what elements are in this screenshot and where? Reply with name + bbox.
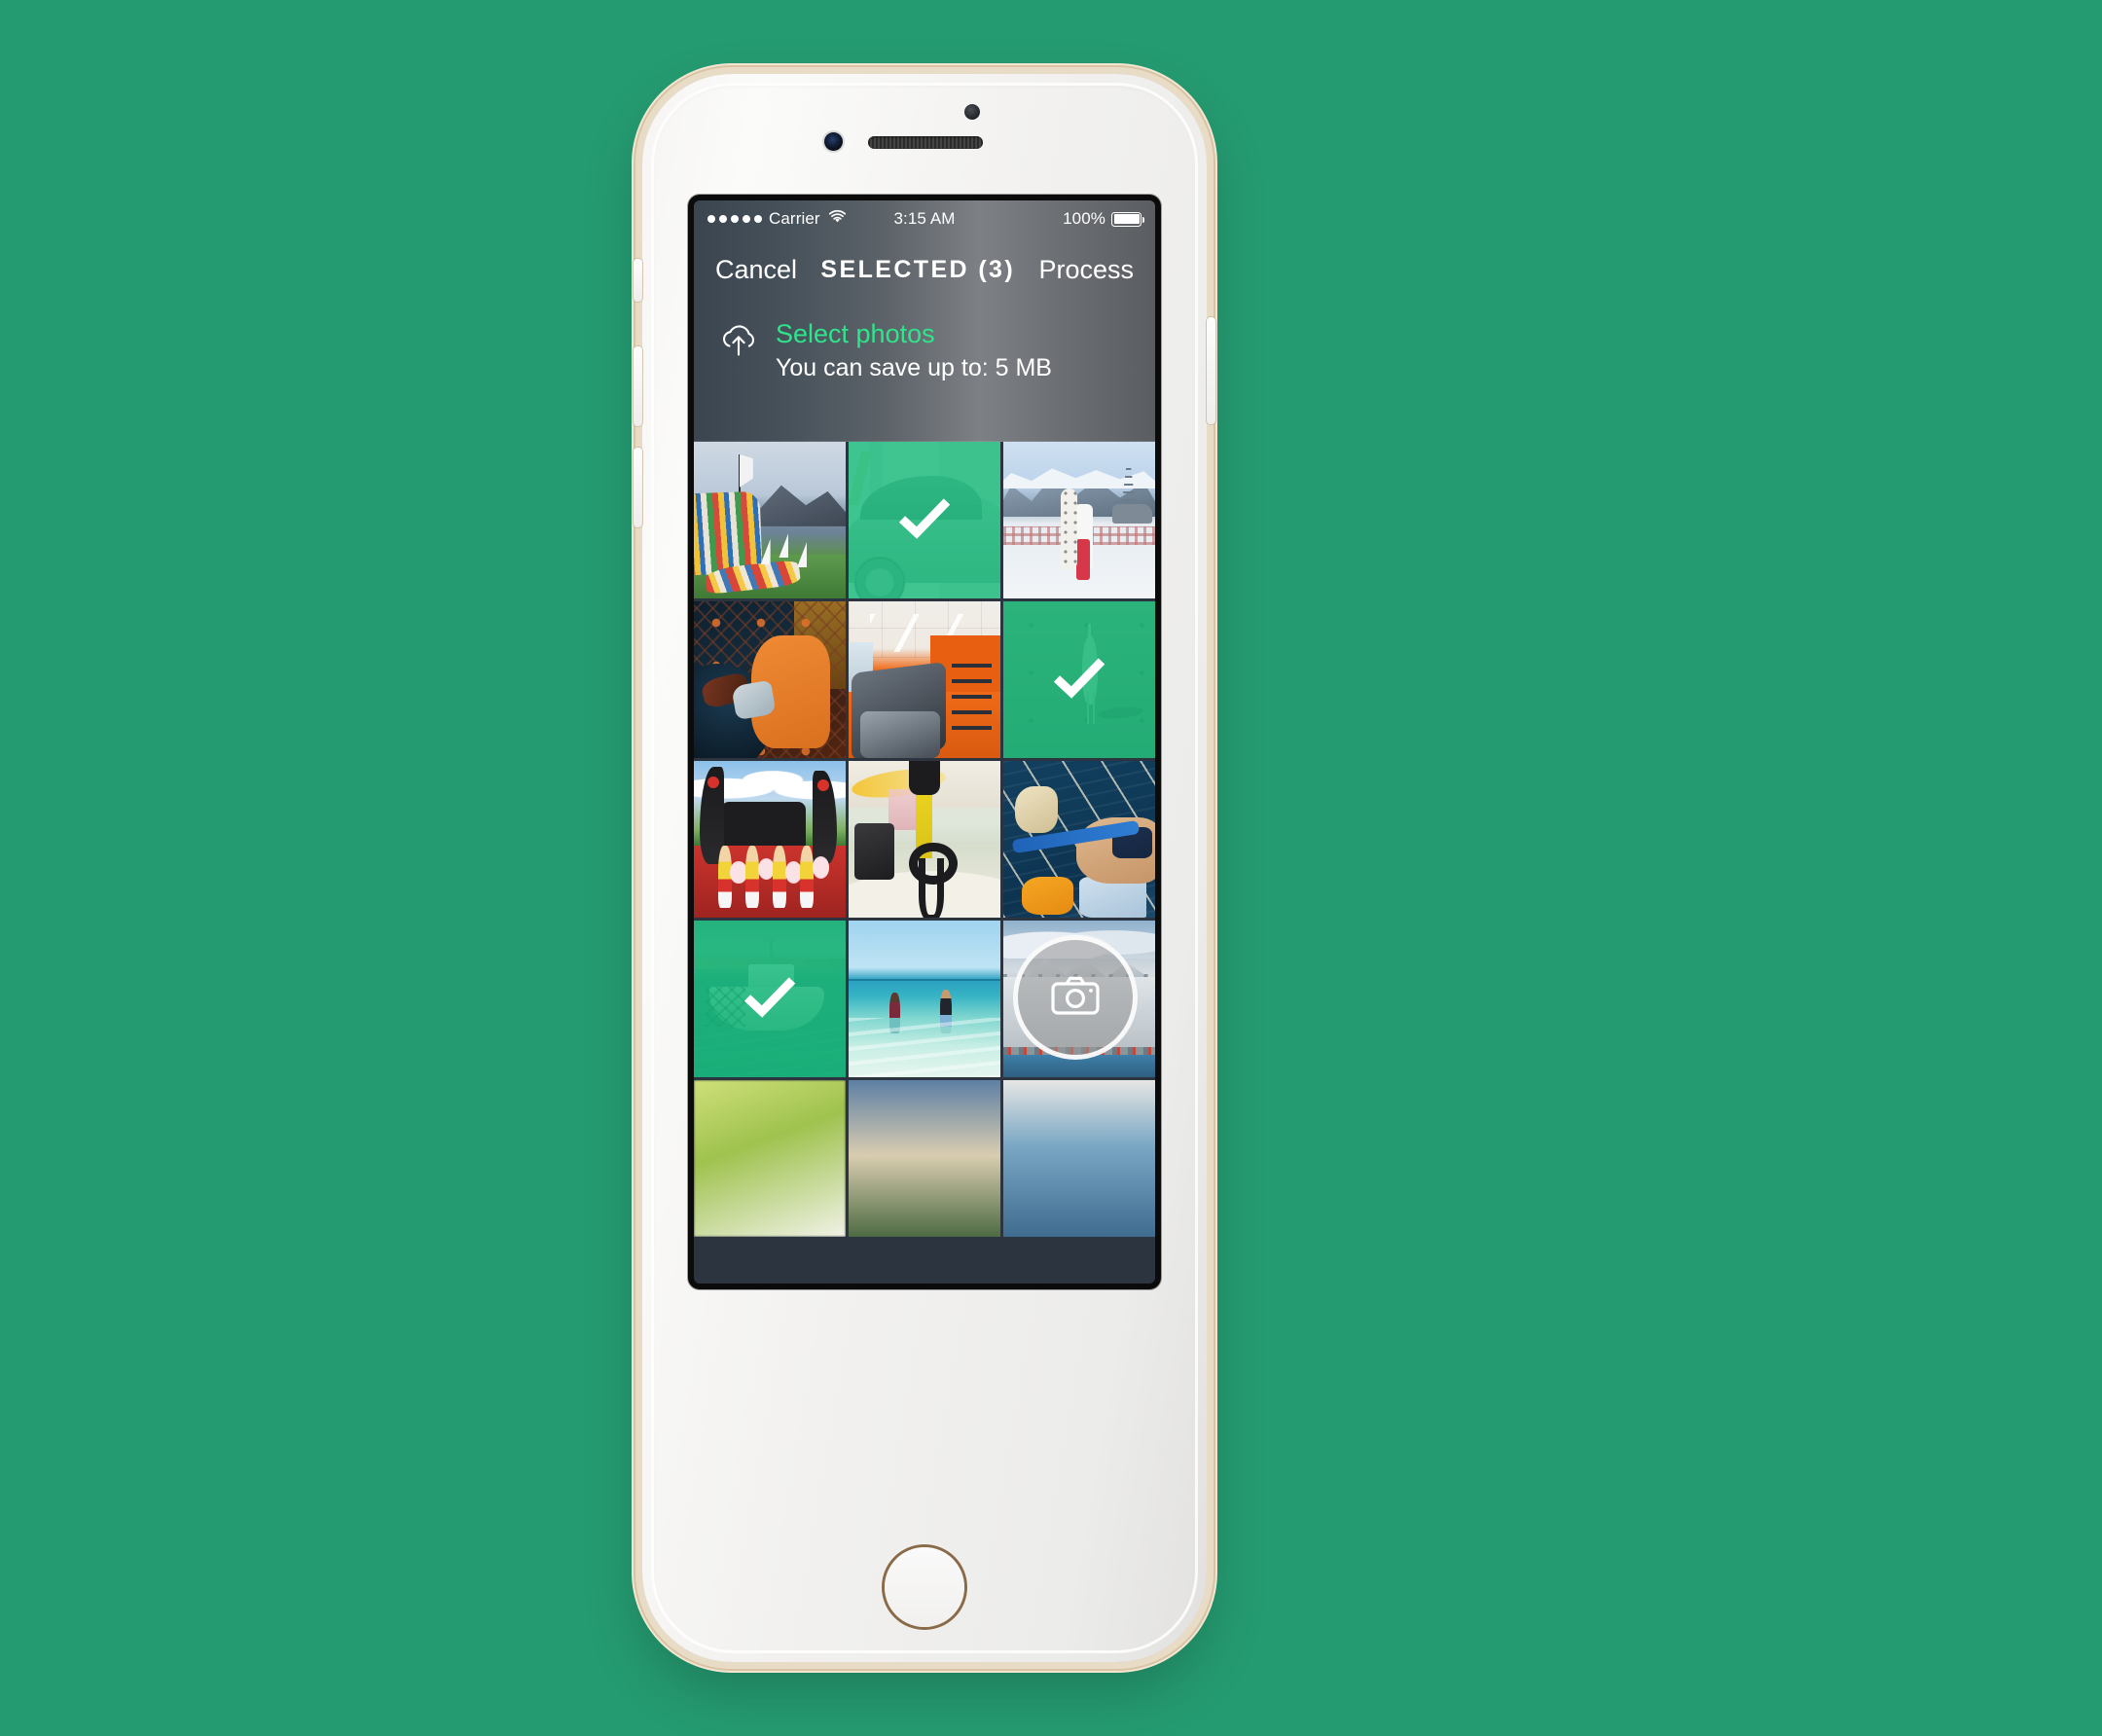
battery-full-icon [1111,211,1145,227]
front-camera-icon [824,132,843,151]
mute-switch[interactable] [634,259,642,302]
photo-grid[interactable] [694,442,1155,1284]
photo-cell-selected[interactable] [1003,601,1155,758]
photo-cell[interactable] [849,761,1000,918]
cancel-button[interactable]: Cancel [715,255,797,285]
photo-cell[interactable] [1003,761,1155,918]
checkmark-icon [1052,656,1106,704]
photo-cell[interactable] [849,1080,1000,1237]
camera-icon [1050,975,1101,1021]
volume-up-button[interactable] [634,346,642,426]
checkmark-icon [897,496,952,544]
photo-cell-selected[interactable] [849,442,1000,598]
phone-device: Carrier 3:15 AM 100% Cancel SELECTED (3)… [634,74,1215,1662]
photo-cell-selected[interactable] [694,921,846,1077]
status-bar-left: Carrier [707,209,893,230]
signal-strength-icon [707,215,762,223]
power-button[interactable] [1207,317,1215,424]
carrier-label: Carrier [769,209,820,228]
backdrop: Carrier 3:15 AM 100% Cancel SELECTED (3)… [0,0,2102,1736]
battery-percent-label: 100% [1063,209,1106,228]
photo-cell[interactable] [694,601,846,758]
photo-cell[interactable] [849,601,1000,758]
navigation-bar: Cancel SELECTED (3) Process [694,237,1155,302]
earpiece-speaker [868,136,983,149]
photo-cell[interactable] [694,442,846,598]
home-button[interactable] [885,1547,964,1627]
checkmark-icon [743,975,797,1023]
page-title: SELECTED (3) [820,255,1016,283]
photo-cell[interactable] [1003,442,1155,598]
proximity-sensor-icon [964,104,980,120]
save-limit-label: You can save up to: 5 MB [776,354,1052,381]
photo-cell[interactable] [1003,1080,1155,1237]
photo-cell[interactable] [1003,921,1155,1077]
select-photos-panel[interactable]: Select photos You can save up to: 5 MB [694,302,1155,380]
top-chrome: Carrier 3:15 AM 100% Cancel SELECTED (3)… [694,200,1155,442]
phone-screen: Carrier 3:15 AM 100% Cancel SELECTED (3)… [694,200,1155,1284]
status-bar-time: 3:15 AM [893,209,956,228]
volume-down-button[interactable] [634,448,642,527]
wifi-icon [827,209,848,230]
camera-button[interactable] [1013,935,1138,1060]
select-photos-texts: Select photos You can save up to: 5 MB [776,319,1052,380]
process-button[interactable]: Process [1038,255,1134,285]
select-photos-title: Select photos [776,319,935,348]
status-bar-right: 100% [956,209,1145,229]
photo-cell[interactable] [849,921,1000,1077]
status-bar: Carrier 3:15 AM 100% [694,200,1155,237]
cloud-upload-icon [717,323,760,380]
photo-cell[interactable] [694,1080,846,1237]
photo-cell[interactable] [694,761,846,918]
